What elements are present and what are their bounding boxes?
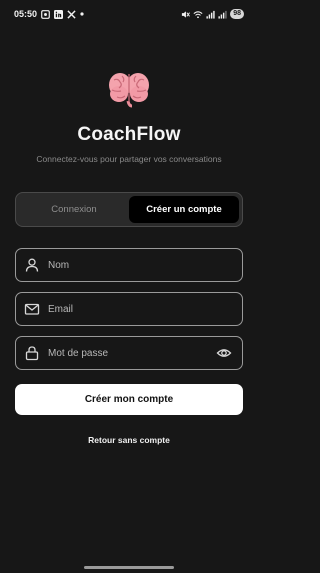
app-subtitle: Connectez-vous pour partager vos convers… (36, 154, 222, 164)
name-input[interactable] (48, 259, 232, 271)
eye-icon[interactable] (216, 345, 232, 361)
auth-mode-tabs: Connexion Créer un compte (15, 192, 243, 227)
brain-logo-icon (107, 68, 151, 108)
wifi-icon (193, 10, 203, 19)
status-bar-left: 05:50 (14, 9, 84, 19)
battery-icon: 98 (230, 9, 244, 19)
status-bar: 05:50 98 (0, 0, 258, 28)
status-bar-right: 98 (181, 9, 244, 19)
email-input[interactable] (48, 303, 232, 315)
tab-login[interactable]: Connexion (19, 196, 129, 223)
status-time: 05:50 (14, 9, 38, 19)
dot-icon (80, 12, 84, 16)
email-field[interactable] (15, 292, 243, 326)
linkedin-icon (54, 9, 64, 19)
signal-icon (206, 10, 215, 19)
signal-icon (218, 10, 227, 19)
home-indicator[interactable] (84, 566, 174, 569)
signup-screen: 05:50 98 CoachFlow Connectez-vous pour p… (0, 0, 258, 573)
screenshot-icon (41, 9, 50, 19)
password-field[interactable] (15, 336, 243, 370)
lock-icon (24, 345, 40, 361)
name-field[interactable] (15, 248, 243, 282)
user-icon (24, 257, 40, 273)
app-title: CoachFlow (77, 124, 181, 145)
mail-icon (24, 301, 40, 317)
create-account-button[interactable]: Créer mon compte (15, 384, 243, 415)
x-icon (67, 9, 76, 19)
continue-without-account-link[interactable]: Retour sans compte (0, 435, 258, 445)
password-input[interactable] (48, 347, 216, 359)
tab-signup[interactable]: Créer un compte (129, 196, 239, 223)
mute-icon (181, 10, 191, 19)
